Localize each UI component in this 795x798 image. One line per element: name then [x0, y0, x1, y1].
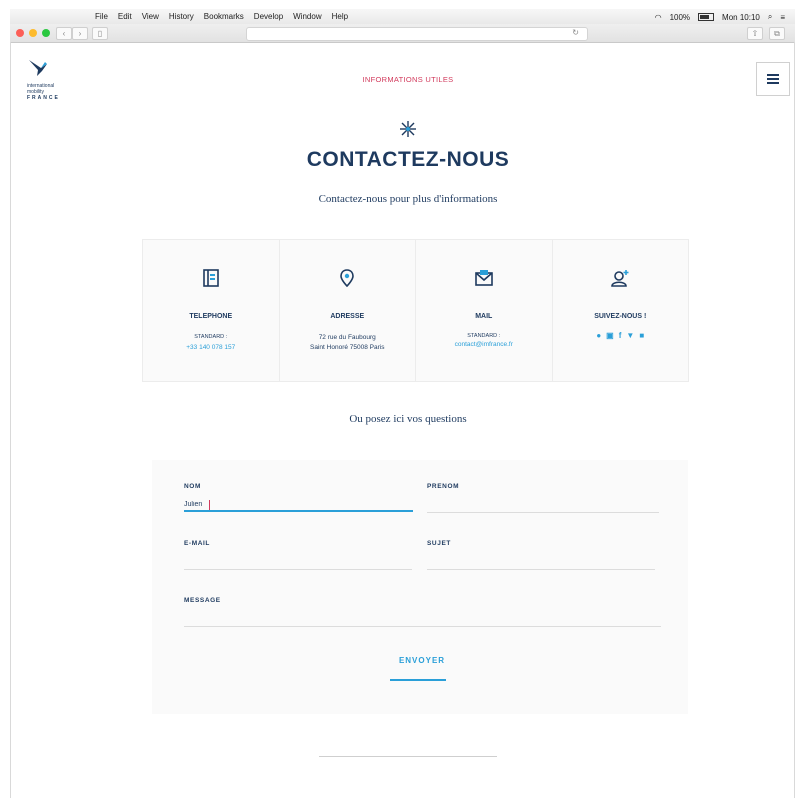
logo-line-3: FRANCE	[27, 95, 60, 101]
battery-percent: 100%	[669, 12, 691, 22]
window-controls	[16, 29, 50, 37]
mail-label: STANDARD :	[467, 333, 501, 339]
hamburger-icon	[767, 74, 779, 76]
address-bar[interactable]: ↻	[246, 27, 588, 41]
share-button[interactable]: ⇧	[747, 27, 763, 40]
contact-form: NOM PRENOM E-MAIL SUJET MESSAGE ENVOYER	[152, 460, 688, 714]
menu-help[interactable]: Help	[332, 12, 348, 21]
phone-label: STANDARD :	[194, 334, 228, 340]
contact-social-card: SUIVEZ-NOUS ! ● ▣ f ▼ ■	[553, 240, 689, 381]
battery-icon[interactable]	[698, 13, 715, 21]
sidebar-toggle-button[interactable]: ▯	[92, 27, 108, 40]
nom-label: NOM	[184, 483, 201, 490]
text-caret	[209, 500, 210, 510]
message-input[interactable]	[184, 614, 661, 627]
sujet-label: SUJET	[427, 540, 451, 547]
prenom-label: PRENOM	[427, 483, 460, 490]
menu-edit[interactable]: Edit	[118, 12, 132, 21]
reload-icon[interactable]: ↻	[572, 28, 579, 37]
back-button[interactable]: ‹	[56, 27, 72, 40]
wifi-icon[interactable]: ◠	[655, 13, 662, 22]
page-title: CONTACTEZ-NOUS	[306, 148, 510, 171]
page-subtitle: Contactez-nous pour plus d'informations	[318, 193, 498, 205]
phone-number-link[interactable]: +33 140 078 157	[143, 344, 279, 351]
clock[interactable]: Mon 10:10	[722, 13, 760, 22]
address-line-1: 72 rue du Faubourg	[318, 334, 376, 341]
message-label: MESSAGE	[184, 597, 221, 604]
location-pin-icon	[340, 269, 355, 288]
social-links: ● ▣ f ▼ ■	[553, 331, 689, 340]
contact-mail-card: MAIL STANDARD : contact@imfrance.fr	[416, 240, 553, 381]
forward-button[interactable]: ›	[72, 27, 88, 40]
address-title: ADRESSE	[330, 313, 365, 320]
sujet-input[interactable]	[427, 557, 655, 570]
wechat-icon[interactable]: ●	[596, 331, 601, 340]
contact-phone-card: TELEPHONE STANDARD : +33 140 078 157	[143, 240, 280, 381]
address-line-2: Saint Honoré 75008 Paris	[310, 344, 385, 351]
site-logo[interactable]: international mobility FRANCE	[27, 58, 71, 101]
zoom-window-button[interactable]	[42, 29, 50, 37]
envoyer-button[interactable]: ENVOYER	[382, 656, 462, 665]
spotlight-icon[interactable]: ⌕	[768, 12, 772, 22]
tabs-overview-button[interactable]: ⧉	[769, 27, 785, 40]
phone-book-icon	[202, 269, 219, 287]
menu-view[interactable]: View	[142, 12, 159, 21]
user-plus-icon	[611, 270, 629, 287]
envelope-icon	[474, 270, 493, 286]
twitter-icon[interactable]: ▼	[626, 331, 634, 340]
menu-bookmarks[interactable]: Bookmarks	[204, 12, 244, 21]
hamburger-line	[767, 78, 779, 80]
facebook-icon[interactable]: f	[619, 331, 622, 340]
submit-underline	[390, 679, 446, 681]
notification-center-icon[interactable]: ≡	[780, 13, 785, 22]
minimize-window-button[interactable]	[29, 29, 37, 37]
close-window-button[interactable]	[16, 29, 24, 37]
menu-file[interactable]: File	[95, 12, 108, 21]
email-label: E-MAIL	[184, 540, 210, 547]
informations-utiles-link[interactable]: INFORMATIONS UTILES	[340, 75, 476, 84]
footer-divider	[319, 756, 497, 757]
app-menus: File Edit View History Bookmarks Develop…	[95, 12, 348, 21]
contact-address-card: ADRESSE 72 rue du Faubourg Saint Honoré …	[280, 240, 416, 381]
browser-toolbar: ‹ › ▯ ↻ ⇧ ⧉	[10, 24, 795, 43]
nom-input[interactable]	[184, 498, 413, 512]
mail-title: MAIL	[475, 313, 493, 320]
instagram-icon[interactable]: ■	[639, 331, 644, 340]
menu-window[interactable]: Window	[293, 12, 321, 21]
snowflake-ornament-icon	[400, 121, 416, 137]
menu-develop[interactable]: Develop	[254, 12, 283, 21]
email-input[interactable]	[184, 557, 412, 570]
menu-history[interactable]: History	[169, 12, 194, 21]
questions-title: Ou posez ici vos questions	[349, 413, 467, 425]
history-nav: ‹ ›	[56, 27, 88, 40]
status-area: ◠ 100% Mon 10:10 ⌕ ≡	[655, 12, 785, 22]
social-title: SUIVEZ-NOUS !	[594, 313, 647, 320]
phone-title: TELEPHONE	[189, 313, 233, 320]
bird-logo-icon	[29, 60, 47, 76]
toolbar-right: ⇧ ⧉	[747, 27, 785, 40]
prenom-input[interactable]	[427, 500, 659, 513]
mail-address-link[interactable]: contact@imfrance.fr	[416, 341, 552, 348]
hamburger-menu-button[interactable]	[756, 62, 790, 96]
mac-menubar: File Edit View History Bookmarks Develop…	[10, 9, 795, 25]
hamburger-line	[767, 82, 779, 84]
linkedin-icon[interactable]: ▣	[606, 331, 614, 340]
contact-info-grid: TELEPHONE STANDARD : +33 140 078 157 ADR…	[142, 239, 689, 382]
